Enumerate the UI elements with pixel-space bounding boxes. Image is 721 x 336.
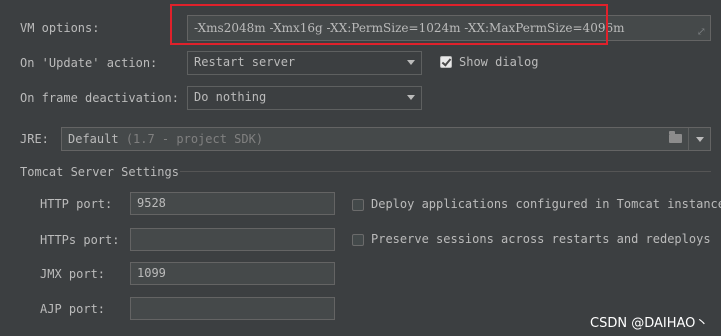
- on-frame-deactivation-label: On frame deactivation:: [20, 91, 179, 105]
- deploy-apps-label: Deploy applications configured in Tomcat…: [371, 197, 721, 211]
- http-port-input[interactable]: 9528: [130, 192, 335, 215]
- https-port-label: HTTPs port:: [40, 233, 120, 247]
- jmx-port-label: JMX port:: [40, 267, 106, 281]
- jre-divider: [688, 128, 689, 150]
- jmx-port-input[interactable]: 1099: [130, 262, 335, 285]
- deploy-apps-checkbox[interactable]: [352, 199, 364, 211]
- jre-label: JRE:: [20, 132, 49, 146]
- show-dialog-label: Show dialog: [459, 55, 539, 69]
- chevron-down-icon: [407, 95, 415, 100]
- on-update-value: Restart server: [194, 55, 296, 69]
- section-divider: [180, 171, 711, 172]
- vm-options-value: -Xms2048m -Xmx16g -XX:PermSize=1024m -XX…: [194, 21, 625, 35]
- chevron-down-icon[interactable]: [696, 137, 704, 142]
- https-port-input[interactable]: [130, 228, 335, 251]
- jre-selection: Default (1.7 - project SDK): [68, 131, 263, 147]
- on-frame-deactivation-dropdown[interactable]: Do nothing: [187, 86, 422, 110]
- expand-icon[interactable]: ⤢: [697, 26, 706, 37]
- tomcat-section-title: Tomcat Server Settings: [20, 165, 179, 179]
- preserve-sessions-label: Preserve sessions across restarts and re…: [371, 232, 711, 246]
- chevron-down-icon: [407, 60, 415, 65]
- folder-icon[interactable]: [669, 131, 682, 143]
- preserve-sessions-checkbox[interactable]: [352, 234, 364, 246]
- vm-options-input[interactable]: -Xms2048m -Xmx16g -XX:PermSize=1024m -XX…: [187, 15, 711, 41]
- jre-detail: (1.7 - project SDK): [125, 132, 264, 146]
- on-update-label: On 'Update' action:: [20, 56, 158, 70]
- show-dialog-checkbox[interactable]: [440, 56, 452, 68]
- on-update-dropdown[interactable]: Restart server: [187, 51, 422, 75]
- on-frame-deactivation-value: Do nothing: [194, 90, 267, 104]
- ajp-port-input[interactable]: [130, 297, 335, 320]
- jre-value: Default: [68, 132, 119, 146]
- http-port-label: HTTP port:: [40, 197, 113, 211]
- jre-dropdown[interactable]: Default (1.7 - project SDK): [61, 127, 711, 151]
- ajp-port-label: AJP port:: [40, 302, 106, 316]
- watermark: CSDN @DAIHAO丶: [590, 316, 709, 331]
- vm-options-label: VM options:: [20, 21, 100, 35]
